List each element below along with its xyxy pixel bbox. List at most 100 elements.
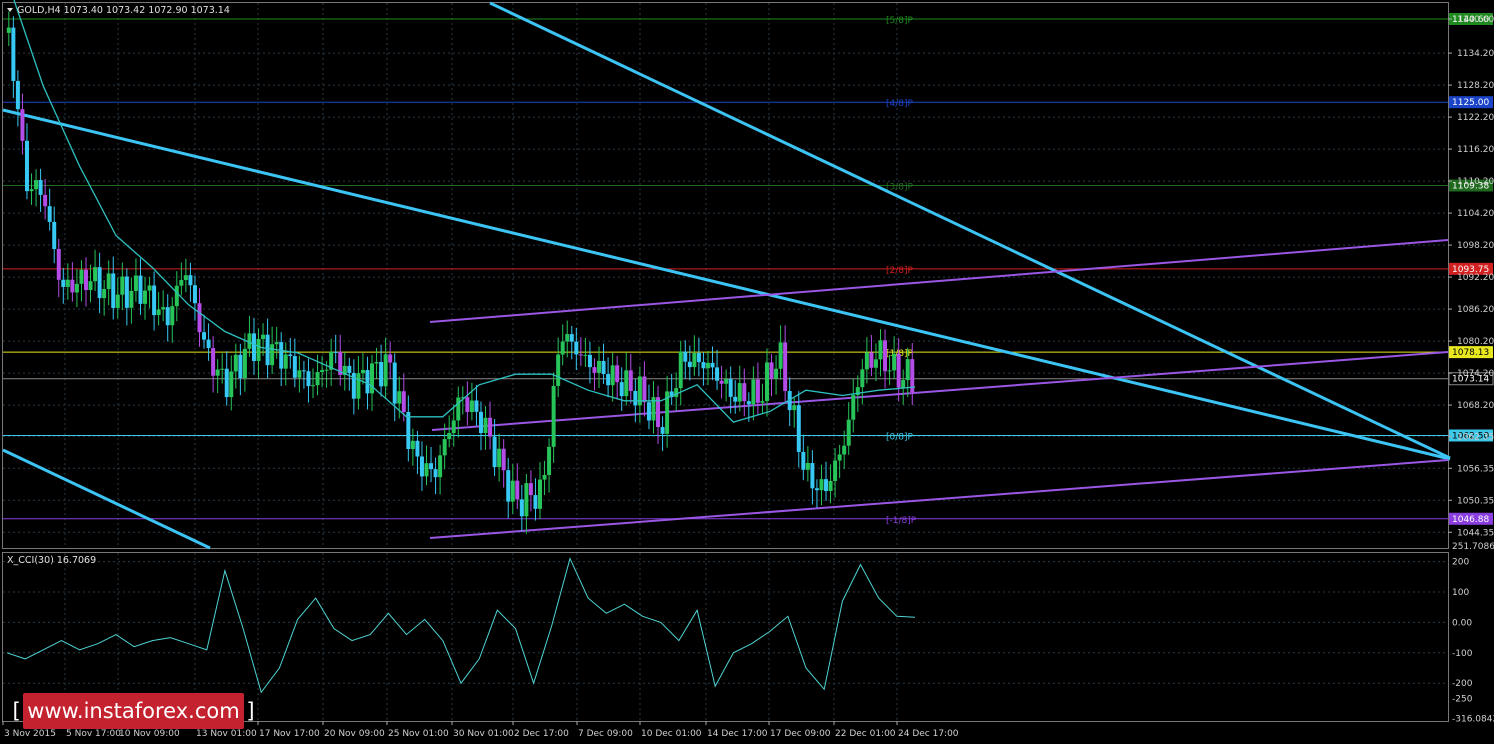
candle-body xyxy=(106,273,111,289)
candle-body xyxy=(274,342,279,345)
candle-body xyxy=(642,376,647,403)
candle-body xyxy=(152,285,157,316)
cci-tick-label: 200 xyxy=(1452,558,1469,568)
candle-body xyxy=(379,362,384,387)
candle-body xyxy=(61,279,66,287)
candle-body xyxy=(188,275,193,286)
candle-body xyxy=(447,433,452,440)
x-tick-label: 14 Dec 17:00 xyxy=(707,729,768,739)
x-tick-label: 17 Nov 17:00 xyxy=(259,729,320,739)
candle-body xyxy=(892,353,897,371)
candle-body xyxy=(901,380,906,388)
cci-tick-label: -250 xyxy=(1452,694,1473,704)
candle-body xyxy=(292,356,297,378)
candle-body xyxy=(333,351,338,353)
candle-body xyxy=(628,370,633,391)
candle-body xyxy=(851,395,856,420)
candle-body xyxy=(143,290,148,304)
y-tick-label: 1092.20 xyxy=(1457,273,1494,283)
candle-body xyxy=(537,479,542,509)
candle-body xyxy=(102,288,107,299)
cci-tick-label: 100 xyxy=(1452,588,1469,598)
candle-body xyxy=(320,370,325,373)
y-tick-label: 1140.60 xyxy=(1457,15,1494,25)
candle-body xyxy=(347,365,352,373)
candle-body xyxy=(370,363,375,394)
candle-body xyxy=(869,352,874,368)
candle-body xyxy=(646,402,651,421)
candle-body xyxy=(864,352,869,370)
candle-body xyxy=(837,454,842,461)
x-tick-label: 25 Nov 01:00 xyxy=(388,729,449,739)
candle-body xyxy=(656,397,661,428)
candle-body xyxy=(224,368,229,398)
candle-body xyxy=(424,463,429,477)
candle-body xyxy=(796,405,801,452)
candle-body xyxy=(683,351,688,362)
candle-body xyxy=(161,307,166,310)
candle-body xyxy=(597,360,602,373)
murrey-price-label: 1125.00 xyxy=(1452,98,1489,108)
y-tick-label: 1110.20 xyxy=(1457,177,1494,187)
candle-body xyxy=(229,371,234,398)
candle-body xyxy=(760,401,765,403)
candle-body xyxy=(65,279,70,287)
candle-body xyxy=(297,370,302,378)
candle-body xyxy=(211,348,216,376)
candle-body xyxy=(601,360,606,375)
candle-body xyxy=(492,436,497,468)
candle-body xyxy=(301,370,306,372)
candle-body xyxy=(429,463,434,470)
candle-body xyxy=(733,396,738,402)
candle-body xyxy=(383,354,388,387)
candle-body xyxy=(814,488,819,491)
cci-tick-label: -200 xyxy=(1452,679,1473,689)
candle-body xyxy=(215,369,220,376)
candle-body xyxy=(842,445,847,455)
candle-body xyxy=(56,249,61,280)
candle-body xyxy=(406,412,411,450)
candle-body xyxy=(183,275,188,281)
candle-body xyxy=(129,290,134,308)
candle-body xyxy=(238,354,243,379)
candle-body xyxy=(719,380,724,384)
candle-body xyxy=(170,306,175,326)
candle-body xyxy=(469,400,474,413)
candle-body xyxy=(883,340,888,372)
candle-body xyxy=(742,383,747,402)
candle-body xyxy=(11,27,16,81)
candle-body xyxy=(678,351,683,389)
candle-body xyxy=(365,370,370,394)
instaforex-watermark[interactable]: [ www.instaforex.com ] xyxy=(12,693,255,729)
murrey-label: [0/8]P xyxy=(886,432,914,442)
candle-body xyxy=(456,397,461,421)
candle-body xyxy=(120,276,125,295)
candle-body xyxy=(592,367,597,373)
candle-body xyxy=(846,419,851,446)
watermark-text: [ www.instaforex.com ] xyxy=(12,699,255,723)
murrey-price-label: 1078.13 xyxy=(1452,348,1489,358)
candle-body xyxy=(519,499,524,517)
candle-body xyxy=(397,391,402,404)
candle-body xyxy=(792,405,797,411)
candle-body xyxy=(483,417,488,434)
candle-body xyxy=(206,339,211,349)
candle-body xyxy=(574,341,579,355)
candle-body xyxy=(70,279,75,293)
candle-body xyxy=(52,221,57,250)
candle-body xyxy=(824,479,829,492)
candle-body xyxy=(410,440,415,450)
candle-body xyxy=(374,362,379,364)
candle-body xyxy=(501,448,506,471)
candle-body xyxy=(220,368,225,370)
candle-body xyxy=(860,369,865,388)
y-tick-label: 1068.20 xyxy=(1457,401,1494,411)
candle-body xyxy=(624,370,629,397)
candle-body xyxy=(715,367,720,381)
y-tick-label: 1122.20 xyxy=(1457,113,1494,123)
candle-body xyxy=(251,333,256,361)
candle-body xyxy=(560,341,565,355)
candle-body xyxy=(392,362,397,404)
candle-body xyxy=(533,495,538,509)
candle-body xyxy=(578,354,583,356)
